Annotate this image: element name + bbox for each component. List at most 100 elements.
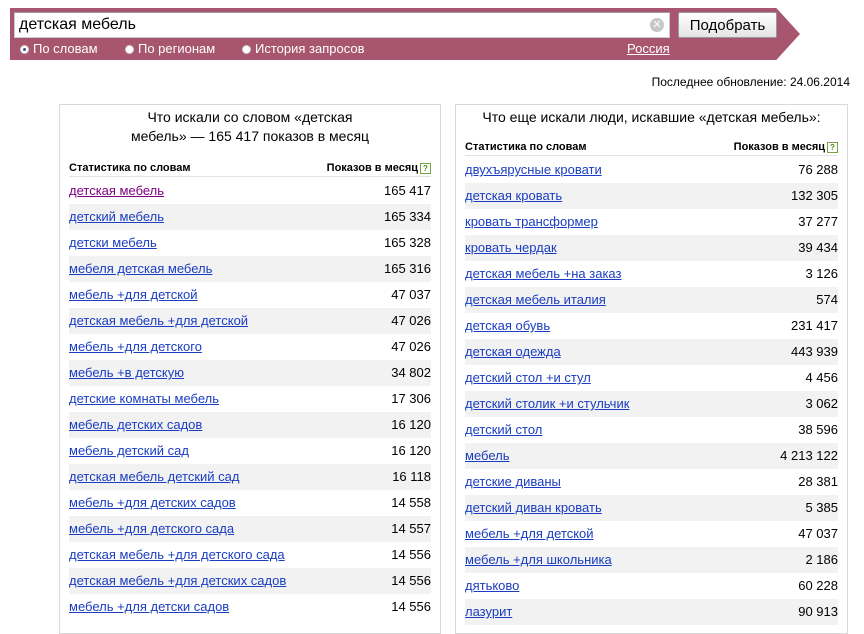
query-link[interactable]: мебель +для детской <box>69 287 198 303</box>
query-link[interactable]: детская мебель италия <box>465 292 606 308</box>
query-link[interactable]: мебель <box>465 448 509 464</box>
query-link[interactable]: детская мебель <box>69 183 164 199</box>
query-link[interactable]: детская мебель +на заказ <box>465 266 621 282</box>
query-link[interactable]: мебеля детская мебель <box>69 261 212 277</box>
query-link[interactable]: детские комнаты мебель <box>69 391 219 407</box>
column-header-phrase: Статистика по словам <box>69 162 191 174</box>
query-link[interactable]: мебель +для детски садов <box>69 599 229 615</box>
column-header-count: Показов в месяц? <box>327 162 431 174</box>
query-link[interactable]: мебель +для детского сада <box>69 521 234 537</box>
impressions-count: 574 <box>816 292 838 307</box>
query-link[interactable]: детская обувь <box>465 318 550 334</box>
table-row: детский диван кровать 5 385 <box>465 495 838 521</box>
table-row: детский столик +и стульчик 3 062 <box>465 391 838 417</box>
table-row: детский стол 38 596 <box>465 417 838 443</box>
radio-unchecked-icon <box>242 45 251 54</box>
panel-title: Что искали со словом «детская мебель» — … <box>60 108 440 146</box>
impressions-count: 165 316 <box>384 261 431 276</box>
radio-unchecked-icon <box>125 45 134 54</box>
impressions-count: 28 381 <box>798 474 838 489</box>
related-queries-panel: Что искали со словом «детская мебель» — … <box>59 104 441 634</box>
table-row: детская обувь 231 417 <box>465 313 838 339</box>
table-row: детская мебель детский сад 16 118 <box>69 464 431 490</box>
radio-checked-icon <box>20 45 29 54</box>
table-row: мебель +для школьника 2 186 <box>465 547 838 573</box>
column-header-count: Показов в месяц? <box>734 141 838 153</box>
impressions-count: 165 417 <box>384 183 431 198</box>
table-row: мебель +для детской 47 037 <box>465 521 838 547</box>
search-input[interactable] <box>14 12 670 38</box>
query-link[interactable]: детская кровать <box>465 188 562 204</box>
query-link[interactable]: мебель +для детских садов <box>69 495 236 511</box>
query-link[interactable]: лазурит <box>465 604 512 620</box>
query-link[interactable]: мебель +в детскую <box>69 365 184 381</box>
region-link[interactable]: Россия <box>627 40 670 58</box>
query-link[interactable]: детская мебель детский сад <box>69 469 239 485</box>
impressions-count: 38 596 <box>798 422 838 437</box>
query-link[interactable]: детский мебель <box>69 209 164 225</box>
query-link[interactable]: детский стол <box>465 422 542 438</box>
panel-title: Что еще искали люди, искавшие «детская м… <box>482 109 821 125</box>
query-link[interactable]: детский диван кровать <box>465 500 602 516</box>
impressions-count: 14 556 <box>391 573 431 588</box>
query-link[interactable]: кровать чердак <box>465 240 557 256</box>
query-link[interactable]: мебель +для школьника <box>465 552 612 568</box>
impressions-count: 47 026 <box>391 313 431 328</box>
query-link[interactable]: детский стол +и стул <box>465 370 591 386</box>
impressions-count: 4 213 122 <box>780 448 838 463</box>
impressions-count: 90 913 <box>798 604 838 619</box>
table-row: мебель +для детского сада 14 557 <box>69 516 431 542</box>
column-header-phrase: Статистика по словам <box>465 141 587 153</box>
table-row: детски мебель 165 328 <box>69 230 431 256</box>
query-link[interactable]: детская мебель +для детской <box>69 313 248 329</box>
table-row: дятьково 60 228 <box>465 573 838 599</box>
table-row: мебель +в детскую 34 802 <box>69 360 431 386</box>
panel-title-line: Что искали со словом «детская <box>147 109 353 125</box>
help-icon[interactable]: ? <box>420 163 431 174</box>
query-link[interactable]: детски мебель <box>69 235 157 251</box>
impressions-count: 39 434 <box>798 240 838 255</box>
table-row: детская мебель 165 417 <box>69 178 431 204</box>
query-link[interactable]: дятьково <box>465 578 519 594</box>
impressions-count: 231 417 <box>791 318 838 333</box>
radio-label: По регионам <box>138 41 216 56</box>
table-row: детский мебель 165 334 <box>69 204 431 230</box>
query-link[interactable]: мебель детских садов <box>69 417 202 433</box>
table-row: детская мебель +для детского сада 14 556 <box>69 542 431 568</box>
table-row: детские диваны 28 381 <box>465 469 838 495</box>
query-link[interactable]: двухъярусные кровати <box>465 162 602 178</box>
query-link[interactable]: детская одежда <box>465 344 561 360</box>
submit-button[interactable]: Подобрать <box>678 12 777 38</box>
header-divider <box>465 155 838 156</box>
clear-icon[interactable]: ✕ <box>650 18 664 32</box>
query-link[interactable]: детский столик +и стульчик <box>465 396 629 412</box>
impressions-count: 34 802 <box>391 365 431 380</box>
help-icon[interactable]: ? <box>827 142 838 153</box>
impressions-count: 4 456 <box>805 370 838 385</box>
table-row: детский стол +и стул 4 456 <box>465 365 838 391</box>
impressions-count: 443 939 <box>791 344 838 359</box>
impressions-count: 17 306 <box>391 391 431 406</box>
query-link[interactable]: кровать трансформер <box>465 214 598 230</box>
table-row: детская мебель +для детских садов 14 556 <box>69 568 431 594</box>
query-link[interactable]: детская мебель +для детских садов <box>69 573 286 589</box>
query-link[interactable]: мебель +для детского <box>69 339 202 355</box>
radio-by-words[interactable]: По словам <box>20 40 98 58</box>
impressions-count: 76 288 <box>798 162 838 177</box>
impressions-count: 3 062 <box>805 396 838 411</box>
impressions-count: 14 556 <box>391 599 431 614</box>
radio-history[interactable]: История запросов <box>242 40 365 58</box>
query-link[interactable]: мебель +для детской <box>465 526 594 542</box>
radio-by-regions[interactable]: По регионам <box>125 40 215 58</box>
query-link[interactable]: детские диваны <box>465 474 561 490</box>
impressions-count: 16 120 <box>391 417 431 432</box>
impressions-count: 47 037 <box>798 526 838 541</box>
impressions-count: 3 126 <box>805 266 838 281</box>
query-link[interactable]: мебель детский сад <box>69 443 189 459</box>
query-link[interactable]: детская мебель +для детского сада <box>69 547 285 563</box>
table-row: детская мебель +для детской 47 026 <box>69 308 431 334</box>
impressions-count: 60 228 <box>798 578 838 593</box>
last-update-text: Последнее обновление: 24.06.2014 <box>651 75 850 89</box>
column-header-count-label: Показов в месяц <box>733 141 825 153</box>
table-row: мебель +для детской 47 037 <box>69 282 431 308</box>
